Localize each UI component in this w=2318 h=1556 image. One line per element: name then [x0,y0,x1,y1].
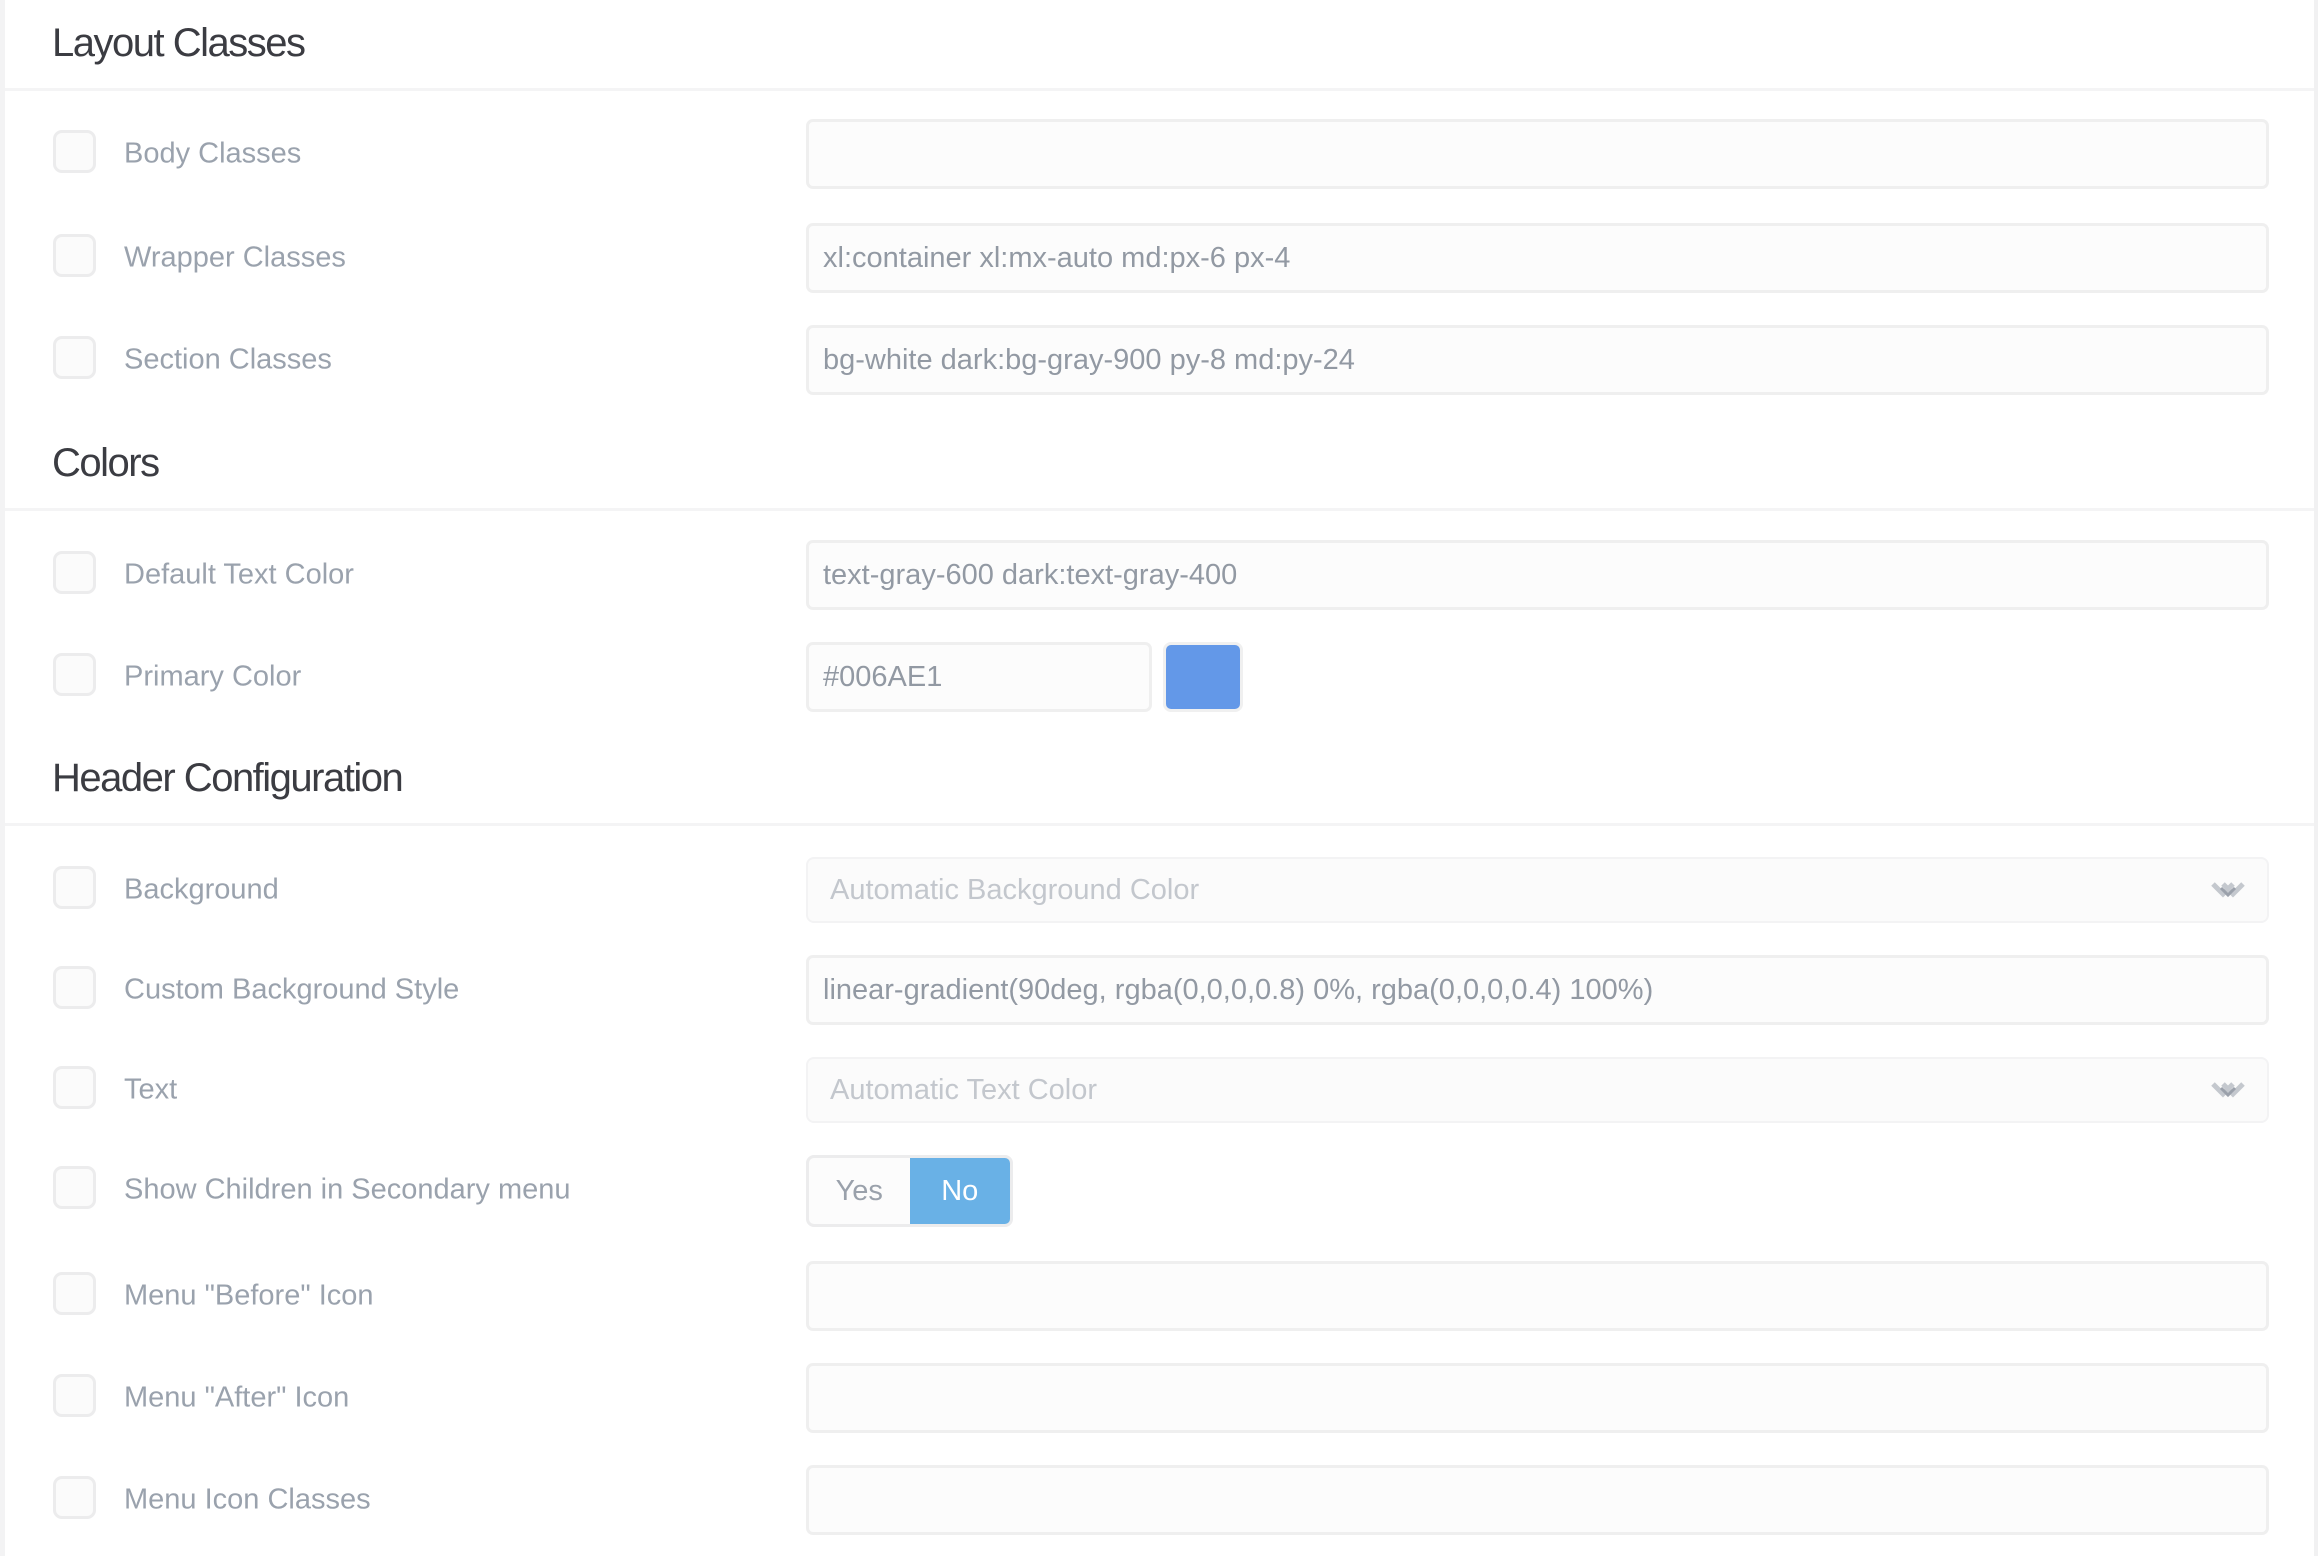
menu-after-icon-input[interactable] [806,1363,2269,1433]
field-label: Custom Background Style [124,973,460,1006]
section-title: Colors [52,441,160,485]
default-text-color-checkbox[interactable] [53,551,96,594]
section-header-header-configuration: Header Configuration [5,735,2314,826]
primary-color-input[interactable]: #006AE1 [806,642,1152,712]
wrapper-classes-checkbox[interactable] [53,234,96,277]
toggle-yes-button[interactable]: Yes [809,1158,910,1224]
menu-icon-classes-checkbox[interactable] [53,1476,96,1519]
field-label: Text [124,1073,178,1106]
field-row-background: Background Automatic Background Color [0,855,2318,925]
field-label: Background [124,873,279,906]
field-row-wrapper-classes: Wrapper Classes xl:container xl:mx-auto … [0,223,2318,293]
custom-background-style-checkbox[interactable] [53,966,96,1009]
field-label: Wrapper Classes [124,241,346,274]
chevron-down-icon [2211,882,2245,898]
field-row-menu-before-icon: Menu "Before" Icon [0,1261,2318,1331]
background-checkbox[interactable] [53,866,96,909]
section-title: Header Configuration [52,756,404,800]
select-value: Automatic Text Color [830,1073,1098,1106]
field-label: Menu Icon Classes [124,1483,371,1516]
show-children-toggle[interactable]: Yes No [806,1155,1013,1227]
section-classes-checkbox[interactable] [53,336,96,379]
field-label: Show Children in Secondary menu [124,1173,571,1206]
chevron-down-icon [2211,1082,2245,1098]
field-row-primary-color: Primary Color #006AE1 [0,642,2318,712]
field-label: Default Text Color [124,558,354,591]
field-row-menu-icon-classes: Menu Icon Classes [0,1465,2318,1535]
section-header-colors: Colors [5,420,2314,511]
section-title: Layout Classes [52,21,306,65]
select-value: Automatic Background Color [830,873,1200,906]
field-label: Body Classes [124,137,302,170]
custom-background-style-input[interactable]: linear-gradient(90deg, rgba(0,0,0,0.8) 0… [806,955,2269,1025]
primary-color-checkbox[interactable] [53,653,96,696]
menu-before-icon-checkbox[interactable] [53,1272,96,1315]
text-color-select[interactable]: Automatic Text Color [806,1057,2269,1123]
menu-before-icon-input[interactable] [806,1261,2269,1331]
field-row-show-children: Show Children in Secondary menu Yes No [0,1155,2318,1227]
field-label: Menu "Before" Icon [124,1279,374,1312]
body-classes-input[interactable] [806,119,2269,189]
field-row-body-classes: Body Classes [0,119,2318,189]
field-label: Primary Color [124,660,302,693]
primary-color-swatch[interactable] [1163,642,1243,712]
show-children-checkbox[interactable] [53,1166,96,1209]
text-checkbox[interactable] [53,1066,96,1109]
field-row-menu-after-icon: Menu "After" Icon [0,1363,2318,1433]
field-label: Section Classes [124,343,332,376]
menu-after-icon-checkbox[interactable] [53,1374,96,1417]
field-row-text: Text Automatic Text Color [0,1055,2318,1125]
section-header-layout-classes: Layout Classes [5,0,2314,91]
field-label: Menu "After" Icon [124,1381,350,1414]
background-select[interactable]: Automatic Background Color [806,857,2269,923]
field-row-default-text-color: Default Text Color text-gray-600 dark:te… [0,540,2318,610]
menu-icon-classes-input[interactable] [806,1465,2269,1535]
body-classes-checkbox[interactable] [53,130,96,173]
field-row-section-classes: Section Classes bg-white dark:bg-gray-90… [0,325,2318,395]
wrapper-classes-input[interactable]: xl:container xl:mx-auto md:px-6 px-4 [806,223,2269,293]
toggle-no-button[interactable]: No [909,1158,1010,1224]
field-row-custom-background-style: Custom Background Style linear-gradient(… [0,955,2318,1025]
section-classes-input[interactable]: bg-white dark:bg-gray-900 py-8 md:py-24 [806,325,2269,395]
default-text-color-input[interactable]: text-gray-600 dark:text-gray-400 [806,540,2269,610]
